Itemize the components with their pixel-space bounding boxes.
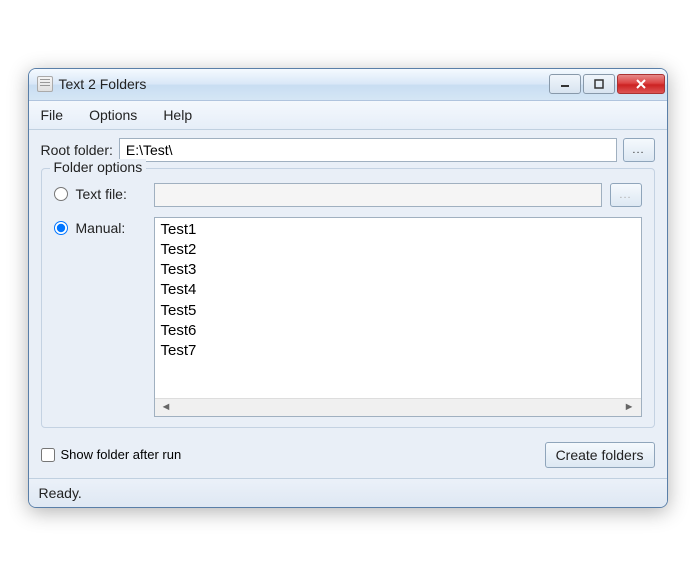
text-file-browse-button: ... (610, 183, 642, 207)
minimize-icon (560, 79, 570, 89)
manual-row: Manual: ◄ ► (54, 217, 642, 417)
root-folder-browse-button[interactable]: ... (623, 138, 655, 162)
root-folder-label: Root folder: (41, 142, 113, 158)
scroll-left-icon[interactable]: ◄ (157, 401, 176, 413)
folder-options-title: Folder options (50, 159, 147, 175)
bottom-row: Show folder after run Create folders (41, 438, 655, 478)
status-text: Ready. (39, 485, 82, 501)
manual-label[interactable]: Manual: (76, 217, 146, 236)
client-area: Root folder: ... Folder options Text fil… (29, 130, 667, 478)
menu-file[interactable]: File (37, 105, 68, 125)
folder-options-group: Folder options Text file: ... Manual: ◄ … (41, 168, 655, 428)
manual-radio[interactable] (54, 221, 68, 235)
close-button[interactable] (617, 74, 665, 94)
scroll-right-icon[interactable]: ► (620, 401, 639, 413)
text-file-label[interactable]: Text file: (76, 183, 146, 202)
window-title: Text 2 Folders (59, 76, 549, 92)
window-controls (549, 74, 665, 94)
manual-textarea-container: ◄ ► (154, 217, 642, 417)
create-folders-button[interactable]: Create folders (545, 442, 655, 468)
root-folder-input[interactable] (119, 138, 617, 162)
app-window: Text 2 Folders File Options Help Root fo… (28, 68, 668, 508)
text-file-input (154, 183, 602, 207)
show-folder-wrap[interactable]: Show folder after run (41, 447, 182, 462)
minimize-button[interactable] (549, 74, 581, 94)
close-icon (635, 79, 647, 89)
show-folder-checkbox[interactable] (41, 448, 55, 462)
titlebar[interactable]: Text 2 Folders (29, 69, 667, 101)
text-file-radio[interactable] (54, 187, 68, 201)
maximize-icon (594, 79, 604, 89)
app-icon (37, 76, 53, 92)
show-folder-label: Show folder after run (61, 447, 182, 462)
maximize-button[interactable] (583, 74, 615, 94)
menu-help[interactable]: Help (159, 105, 196, 125)
menu-options[interactable]: Options (85, 105, 141, 125)
statusbar: Ready. (29, 478, 667, 507)
horizontal-scrollbar[interactable]: ◄ ► (155, 398, 641, 416)
manual-textarea[interactable] (155, 218, 641, 398)
menubar: File Options Help (29, 101, 667, 130)
text-file-row: Text file: ... (54, 183, 642, 207)
